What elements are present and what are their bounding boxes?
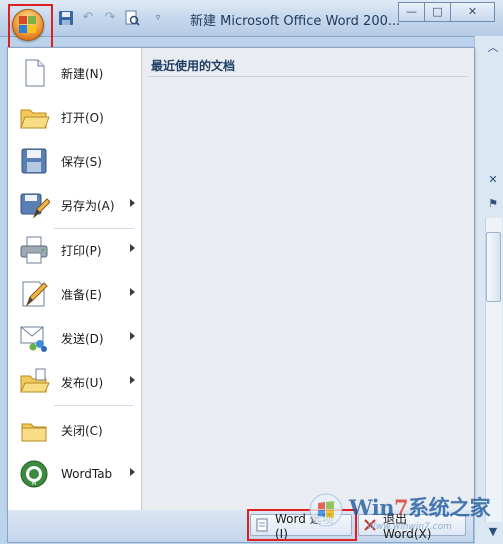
print-preview-icon[interactable] [124, 10, 140, 26]
maximize-button[interactable]: □ [424, 2, 451, 22]
title-bar: ↶ ↷ ▿ 新建 Microsoft Office Word 200... — … [0, 0, 503, 37]
submenu-arrow-icon [130, 376, 135, 384]
menu-item-label: 发布(U) [61, 375, 104, 390]
ribbon-minimize-icon[interactable]: ︿ [485, 40, 501, 56]
scroll-down-icon[interactable]: ▼ [485, 524, 501, 540]
menu-item-save-as[interactable]: 另存为(A) [8, 185, 140, 225]
menu-item-save[interactable]: 保存(S) [8, 141, 140, 181]
save-disk-icon [18, 145, 50, 177]
exit-icon [363, 518, 377, 532]
prepare-icon [18, 278, 50, 310]
save-icon[interactable] [58, 10, 74, 26]
window-controls: — □ ✕ [398, 2, 495, 22]
menu-item-label: 打印(P) [61, 243, 102, 258]
minimize-button[interactable]: — [398, 2, 425, 22]
scrollbar-thumb[interactable] [486, 232, 501, 302]
menu-item-print[interactable]: 打印(P) [8, 230, 140, 270]
ribbon-close-icon[interactable]: ✕ [485, 172, 501, 188]
office-button[interactable] [8, 3, 48, 47]
redo-icon[interactable]: ↷ [102, 10, 118, 26]
office-menu: 新建(N) 打开(O) 保存(S) 另存为(A) 打印(P) 准备(E) 发送(… [7, 47, 474, 512]
open-folder-icon [18, 101, 50, 133]
recent-header-divider [148, 76, 468, 77]
menu-item-label: 保存(S) [61, 154, 102, 169]
menu-item-publish[interactable]: 发布(U) [8, 362, 140, 402]
new-document-icon [18, 57, 50, 89]
submenu-arrow-icon [130, 199, 135, 207]
menu-item-label: 另存为(A) [61, 198, 115, 213]
menu-command-list: 新建(N) 打开(O) 保存(S) 另存为(A) 打印(P) 准备(E) 发送(… [8, 48, 140, 511]
submenu-arrow-icon [130, 244, 135, 252]
exit-word-button[interactable]: 退出 Word(X) [358, 512, 466, 541]
menu-item-label: 打开(O) [61, 110, 104, 125]
word-options-highlight [247, 509, 357, 541]
send-icon [18, 322, 50, 354]
close-button[interactable]: ✕ [450, 2, 495, 22]
save-as-icon [18, 189, 51, 221]
menu-separator [54, 405, 134, 406]
menu-separator [54, 228, 134, 229]
undo-icon[interactable]: ↶ [80, 10, 96, 26]
publish-icon [18, 366, 50, 398]
window-title: 新建 Microsoft Office Word 200... [190, 14, 401, 29]
menu-item-wordtab[interactable]: M WordTab [8, 454, 140, 494]
menu-item-open[interactable]: 打开(O) [8, 97, 140, 137]
menu-item-prepare[interactable]: 准备(E) [8, 274, 140, 314]
menu-item-send[interactable]: 发送(D) [8, 318, 140, 358]
ruler-icon[interactable]: ⚑ [485, 196, 501, 212]
menu-item-label: 关闭(C) [61, 423, 103, 438]
menu-item-new[interactable]: 新建(N) [8, 53, 140, 93]
submenu-arrow-icon [130, 468, 135, 476]
recent-documents-header: 最近使用的文档 [151, 59, 236, 73]
customize-dropdown-icon[interactable]: ▿ [150, 10, 166, 26]
menu-item-label: 新建(N) [61, 66, 104, 81]
wordtab-icon: M [18, 458, 50, 490]
svg-text:M: M [31, 480, 36, 487]
close-folder-icon [18, 414, 50, 446]
office-logo-icon [19, 16, 37, 34]
menu-item-label: WordTab [61, 467, 113, 481]
quick-access-toolbar: ↶ ↷ ▿ [58, 9, 172, 27]
submenu-arrow-icon [130, 288, 135, 296]
printer-icon [18, 234, 50, 266]
menu-item-label: 发送(D) [61, 331, 104, 346]
exit-word-label: 退出 Word(X) [383, 511, 432, 541]
office-menu-footer: Word 选项(I) 退出 Word(X) [7, 510, 474, 543]
menu-item-close[interactable]: 关闭(C) [8, 410, 140, 450]
menu-item-label: 准备(E) [61, 287, 102, 302]
recent-documents-pane: 最近使用的文档 [141, 48, 474, 511]
submenu-arrow-icon [130, 332, 135, 340]
